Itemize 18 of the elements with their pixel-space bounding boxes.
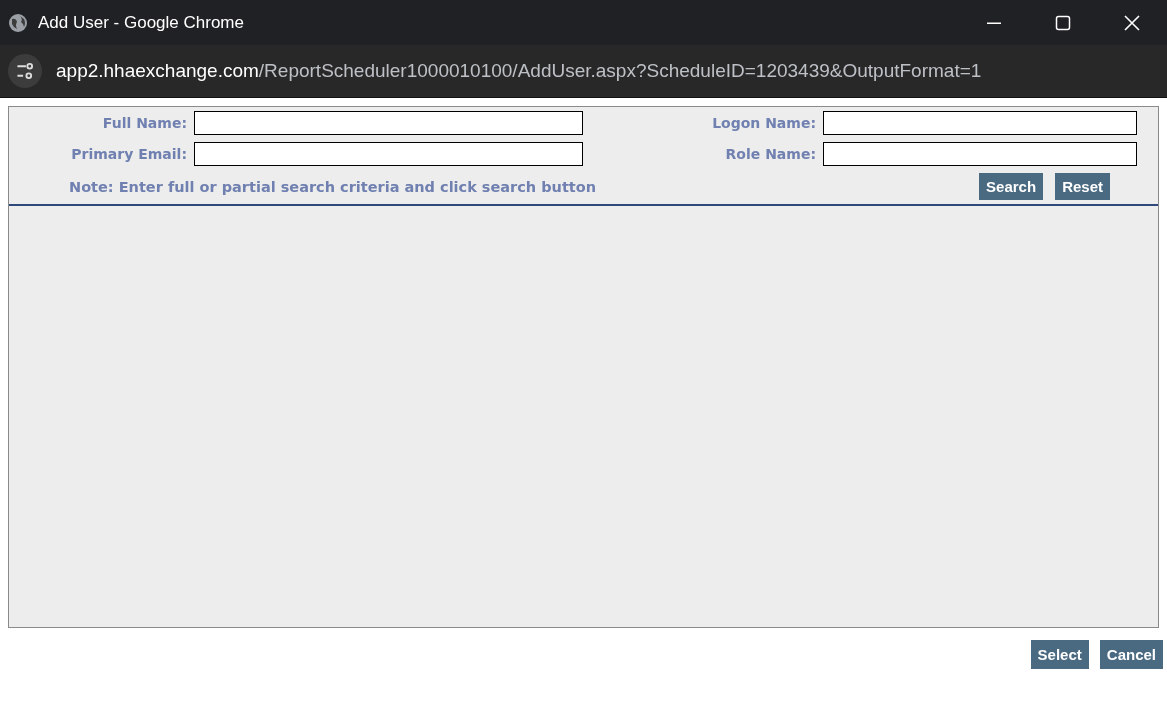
window-title: Add User - Google Chrome <box>38 12 244 33</box>
cancel-button[interactable]: Cancel <box>1099 640 1163 669</box>
note-text: Note: Enter full or partial search criteria and click search button <box>69 178 597 195</box>
input-field[interactable] <box>823 111 1137 135</box>
site-settings-icon[interactable] <box>8 54 42 88</box>
input-field[interactable] <box>194 142 583 166</box>
input-field[interactable] <box>823 142 1137 166</box>
field-label: Role Name: <box>724 146 816 162</box>
field-label: Full Name: <box>101 115 187 131</box>
close-icon[interactable] <box>1124 14 1140 31</box>
select-button[interactable]: Select <box>1030 640 1089 669</box>
field-label: Primary Email: <box>70 146 187 162</box>
search-button[interactable]: Search <box>979 173 1044 200</box>
globe-icon <box>8 12 28 33</box>
input-field[interactable] <box>194 111 583 135</box>
maximize-icon[interactable] <box>1055 14 1071 31</box>
field-label: Logon Name: <box>711 115 816 131</box>
reset-button[interactable]: Reset <box>1055 173 1110 200</box>
